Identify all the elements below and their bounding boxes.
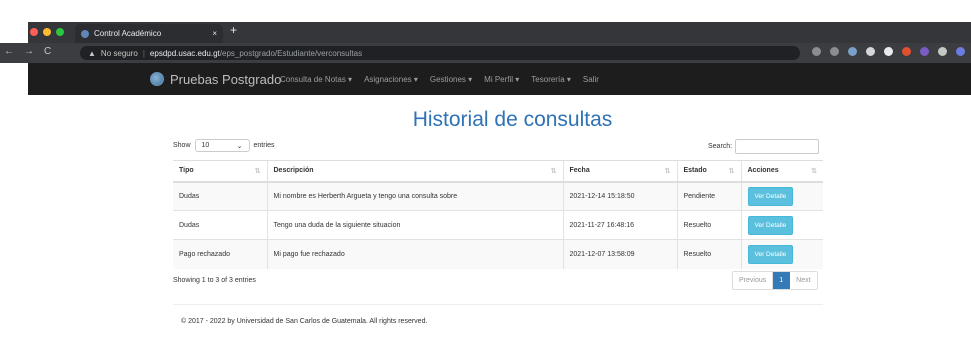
menu-mi-perfil[interactable]: Mi Perfil ▾ (484, 75, 519, 84)
minimize-window-icon[interactable] (43, 28, 51, 36)
puzzle-icon[interactable] (938, 47, 947, 56)
cell-acciones: Ver Detalle (741, 210, 823, 240)
extension-icon[interactable] (866, 47, 875, 56)
footer-copyright: © 2017 - 2022 by Universidad de San Carl… (181, 318, 428, 325)
pagination-next[interactable]: Next (790, 272, 816, 289)
extension-icon[interactable] (920, 47, 929, 56)
page-title: Historial de consultas (0, 108, 971, 132)
ver-detalle-button[interactable]: Ver Detalle (747, 186, 794, 206)
menu-salir[interactable]: Salir (583, 75, 599, 84)
entries-length-control: Show 10 ⌄ entries (173, 139, 275, 152)
forward-icon[interactable]: → (24, 46, 34, 57)
cell-tipo: Pago rechazado (173, 239, 268, 269)
extension-icons (812, 47, 965, 56)
url-path: /eps_postgrado/Estudiante/verconsultas (219, 48, 363, 58)
pagination: Previous 1 Next (732, 271, 818, 290)
cell-estado: Resuelto (677, 239, 742, 269)
entries-label: entries (253, 142, 275, 149)
cell-fecha: 2021-11-27 16:48:16 (563, 210, 678, 240)
new-tab-icon[interactable]: + (230, 23, 237, 37)
cell-descripcion: Mi nombre es Herberth Argueta y tengo un… (267, 181, 564, 211)
page-title-text: Historial de consultas (412, 108, 613, 131)
header-label: Estado (683, 167, 707, 175)
sort-icon: ⇅ (811, 168, 817, 175)
pagination-page-1[interactable]: 1 (773, 272, 791, 289)
menu-gestiones[interactable]: Gestiones ▾ (430, 75, 472, 84)
extension-icon[interactable] (902, 47, 911, 56)
column-header-descripcion[interactable]: Descripción ⇅ (267, 160, 564, 183)
navbar-brand[interactable]: Pruebas Postgrado (150, 63, 281, 95)
cell-descripcion: Mi pago fue rechazado (267, 239, 564, 269)
security-label: No seguro (100, 48, 138, 58)
footer-divider (173, 304, 823, 305)
sort-icon: ⇅ (254, 168, 261, 175)
address-bar[interactable]: ▲ No seguro | epsdpd.usac.edu.gt/eps_pos… (80, 46, 800, 60)
close-window-icon[interactable] (30, 28, 38, 36)
show-label: Show (173, 142, 191, 149)
cell-estado: Pendiente (677, 181, 742, 211)
reload-icon[interactable]: C (44, 46, 51, 57)
column-header-tipo[interactable]: Tipo ⇅ (173, 160, 268, 183)
url-host: epsdpd.usac.edu.gt (149, 48, 220, 58)
header-label: Tipo (179, 167, 194, 175)
column-header-fecha[interactable]: Fecha ⇅ (563, 160, 678, 183)
cell-fecha: 2021-12-07 13:58:09 (563, 239, 678, 269)
cell-tipo: Dudas (173, 181, 268, 211)
window-controls (30, 28, 64, 36)
column-header-estado[interactable]: Estado ⇅ (677, 160, 742, 183)
url-separator: | (142, 48, 145, 58)
tab-title: Control Académico (94, 29, 162, 38)
header-label: Acciones (747, 167, 779, 175)
tab-close-icon[interactable]: × (212, 29, 217, 38)
chevron-down-icon: ⌄ (236, 142, 243, 150)
entries-select-value: 10 (201, 142, 210, 149)
cell-estado: Resuelto (677, 210, 742, 240)
header-label: Descripción (273, 167, 314, 175)
extension-icon[interactable] (848, 47, 857, 56)
column-header-acciones[interactable]: Acciones ⇅ (741, 160, 823, 183)
sort-icon: ⇅ (550, 168, 557, 175)
menu-tesoreria[interactable]: Tesorería ▾ (531, 75, 571, 84)
browser-tab[interactable]: Control Académico × (75, 24, 223, 43)
cell-descripcion: Tengo una duda de la siguiente situacion (267, 210, 564, 240)
table-row: Dudas Tengo una duda de la siguiente sit… (173, 210, 823, 240)
sort-icon: ⇅ (664, 168, 671, 175)
cell-acciones: Ver Detalle (741, 239, 823, 269)
browser-window: Control Académico × + ← → C ▲ No seguro … (0, 0, 971, 360)
navbar-menu: Consulta de Notas ▾ Asignaciones ▾ Gesti… (280, 63, 599, 95)
menu-consulta-notas[interactable]: Consulta de Notas ▾ (280, 75, 352, 84)
maximize-window-icon[interactable] (56, 28, 64, 36)
globe-logo-icon (150, 72, 164, 86)
share-icon[interactable] (812, 47, 821, 56)
cell-acciones: Ver Detalle (741, 181, 823, 211)
extension-icon[interactable] (884, 47, 893, 56)
brand-text: Pruebas Postgrado (170, 71, 282, 87)
table-info: Showing 1 to 3 of 3 entries (173, 277, 256, 284)
consultas-table: Tipo ⇅ Descripción ⇅ Fecha ⇅ Estado ⇅ Accion… (173, 160, 823, 269)
table-row: Dudas Mi nombre es Herberth Argueta y te… (173, 181, 823, 211)
pagination-previous[interactable]: Previous (733, 272, 774, 289)
profile-avatar-icon[interactable] (956, 47, 965, 56)
menu-asignaciones[interactable]: Asignaciones ▾ (364, 75, 418, 84)
cell-tipo: Dudas (173, 210, 268, 240)
cell-fecha: 2021-12-14 15:18:50 (563, 181, 678, 211)
search-input[interactable] (735, 139, 820, 154)
search-label: Search: (708, 143, 733, 150)
table-header-row: Tipo ⇅ Descripción ⇅ Fecha ⇅ Estado ⇅ Accion… (173, 160, 823, 183)
bookmark-star-icon[interactable] (830, 47, 839, 56)
entries-select[interactable]: 10 ⌄ (194, 139, 250, 152)
sort-icon: ⇅ (728, 168, 735, 175)
table-search: Search: (708, 139, 820, 154)
nav-buttons: ← → C (4, 46, 51, 57)
tab-favicon-icon (81, 29, 89, 38)
warning-icon: ▲ (88, 48, 96, 58)
table-row: Pago rechazado Mi pago fue rechazado 202… (173, 239, 823, 269)
back-icon[interactable]: ← (4, 46, 14, 57)
ver-detalle-button[interactable]: Ver Detalle (747, 244, 794, 264)
header-label: Fecha (569, 167, 590, 175)
ver-detalle-button[interactable]: Ver Detalle (747, 215, 794, 235)
